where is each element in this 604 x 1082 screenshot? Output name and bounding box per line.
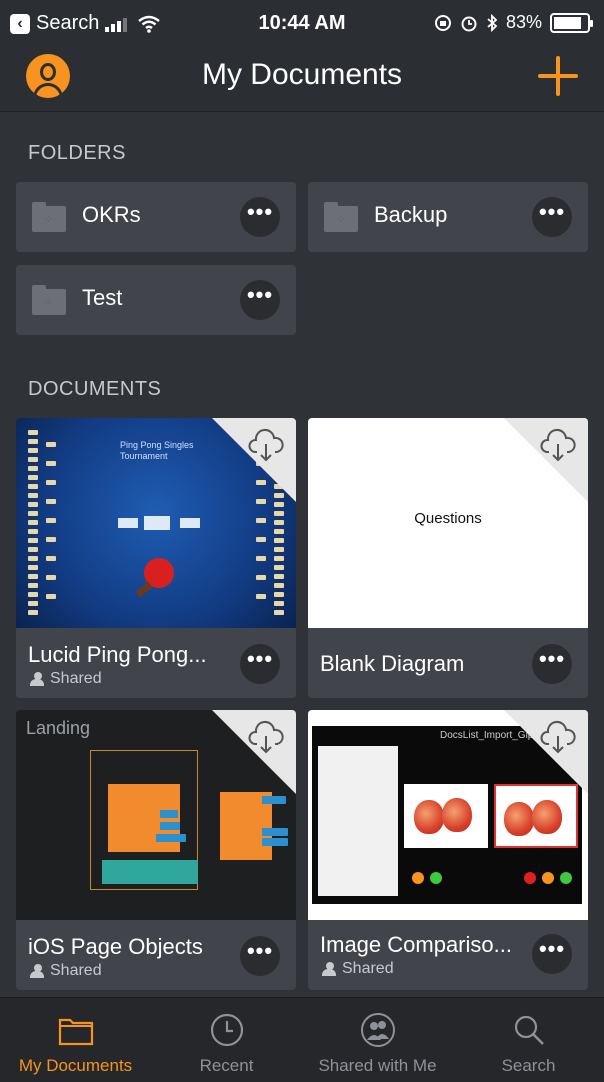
document-card-image-comparison[interactable]: DocsList_Import_Giphy Image Compariso...… [308,710,588,990]
thumbnail-text-questions: Questions [414,510,482,527]
folder-more-button[interactable]: ••• [240,197,280,237]
cloud-download-icon[interactable] [248,428,284,464]
document-name: iOS Page Objects [28,934,203,959]
folder-more-button[interactable]: ••• [532,197,572,237]
document-thumbnail: Questions [308,418,588,628]
document-thumbnail: Landing [16,710,296,920]
rotation-lock-icon [434,14,451,31]
folder-name: Test [82,285,123,310]
battery-percent: 83% [505,12,542,32]
document-name: Image Compariso... [320,932,512,957]
shared-people-icon [28,672,44,686]
document-more-button[interactable]: ••• [532,644,572,684]
document-name: Blank Diagram [320,651,465,676]
tab-shared-with-me[interactable]: Shared with Me [302,998,453,1082]
document-thumbnail: DocsList_Import_Giphy [308,710,588,920]
shared-label: Shared [50,670,102,687]
status-bar: ‹ Search 10:44 AM 83% [0,0,604,50]
shared-people-icon [320,962,336,976]
folder-name: Backup [374,202,448,227]
folder-more-button[interactable]: ••• [240,280,280,320]
folder-card-backup[interactable]: ⁘ Backup ••• [308,182,588,252]
tab-my-documents[interactable]: My Documents [0,998,151,1082]
shared-label: Shared [342,960,394,977]
battery-level-fill [554,16,581,29]
document-more-button[interactable]: ••• [240,936,280,976]
thumbnail-title-landing: Landing [26,718,91,738]
search-icon [514,1015,544,1045]
tab-label: Shared with Me [318,1056,437,1075]
folder-icon: ⁘ [324,202,358,232]
folder-name: OKRs [82,202,141,227]
tournament-title-text: Ping Pong Singles Tournament [120,440,194,461]
document-thumbnail: Ping Pong Singles Tournament [16,418,296,628]
folder-icon [58,1018,93,1046]
shared-people-icon [28,964,44,978]
shared-indicator: Shared [28,670,102,688]
shared-indicator: Shared [28,962,102,980]
cloud-download-icon[interactable] [540,720,576,756]
tab-label: Search [501,1056,556,1075]
folder-icon: ⁘ [32,285,66,315]
document-more-button[interactable]: ••• [532,934,572,974]
documents-section-header: DOCUMENTS [28,378,162,400]
tab-search[interactable]: Search [453,998,604,1082]
folder-icon: ⁘ [32,202,66,232]
clock-icon [210,1013,243,1047]
tab-bar: My Documents Recent Shared with Me Searc… [0,997,604,1082]
tab-label: My Documents [18,1056,133,1075]
document-card-ios-page-objects[interactable]: Landing iOS Page Objects Shared ••• [16,710,296,990]
folders-section-header: FOLDERS [28,142,126,164]
battery-icon [550,12,593,33]
shared-people-icon [360,1013,395,1047]
document-more-button[interactable]: ••• [240,644,280,684]
alarm-icon [461,16,477,31]
cloud-download-icon[interactable] [540,428,576,464]
document-card-blank-diagram[interactable]: Questions Blank Diagram ••• [308,418,588,698]
shared-indicator: Shared [320,960,394,978]
navigation-bar: My Documents [0,50,604,112]
cloud-download-icon[interactable] [248,720,284,756]
tab-label: Recent [199,1056,254,1075]
folder-card-test[interactable]: ⁘ Test ••• [16,265,296,335]
tab-recent[interactable]: Recent [151,998,302,1082]
document-name: Lucid Ping Pong... [28,642,207,667]
folder-card-okrs[interactable]: ⁘ OKRs ••• [16,182,296,252]
page-title: My Documents [201,58,403,91]
bluetooth-icon [487,13,498,32]
add-document-button[interactable] [538,56,578,96]
shared-label: Shared [50,962,102,979]
document-card-lucid-ping-pong[interactable]: Ping Pong Singles Tournament Lucid Ping … [16,418,296,698]
